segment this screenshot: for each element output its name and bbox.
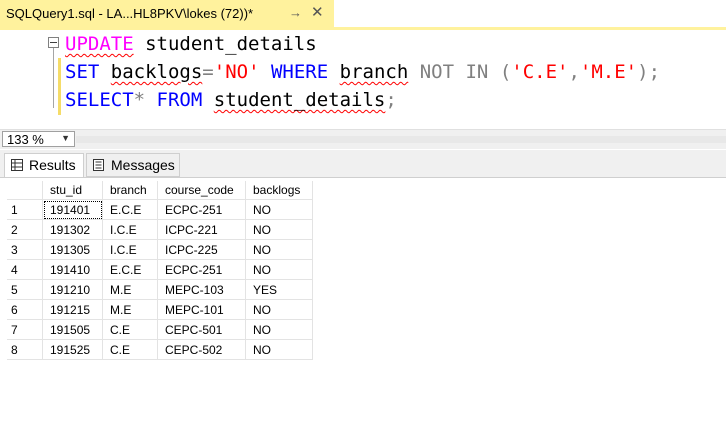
row-number[interactable]: 2 xyxy=(7,219,43,240)
keyword-select: SELECT xyxy=(65,89,134,111)
row-number[interactable]: 4 xyxy=(7,259,43,280)
grid-cell[interactable]: 191302 xyxy=(42,219,103,240)
grid-cell[interactable]: NO xyxy=(245,219,313,240)
table-row[interactable]: 6 191215 M.E MEPC-101 NO xyxy=(7,299,313,320)
grid-cell[interactable]: NO xyxy=(245,239,313,260)
row-number[interactable]: 7 xyxy=(7,319,43,340)
table-row[interactable]: 4 191410 E.C.E ECPC-251 NO xyxy=(7,259,313,280)
grid-cell[interactable]: M.E xyxy=(102,299,158,320)
keyword-set: SET xyxy=(65,61,100,83)
document-tab-strip: SQLQuery1.sql - LA...HL8PKV\lokes (72))*… xyxy=(0,0,726,30)
grid-cell[interactable]: C.E xyxy=(102,339,158,360)
grid-header-row: stu_id branch course_code backlogs xyxy=(7,181,313,200)
column-header[interactable]: backlogs xyxy=(245,181,313,200)
zoom-select[interactable]: 133 % ▼ xyxy=(2,131,75,147)
row-number[interactable]: 8 xyxy=(7,339,43,360)
string-literal: 'NO' xyxy=(213,61,260,83)
query-tab[interactable]: SQLQuery1.sql - LA...HL8PKV\lokes (72))*… xyxy=(0,0,334,27)
tab-messages-label: Messages xyxy=(111,157,175,173)
grid-cell[interactable]: NO xyxy=(245,319,313,340)
grid-cell[interactable]: 191410 xyxy=(42,259,103,280)
grid-cell[interactable]: 191505 xyxy=(42,319,103,340)
results-grid-area: stu_id branch course_code backlogs 1 191… xyxy=(0,178,726,431)
query-tab-title: SQLQuery1.sql - LA...HL8PKV\lokes (72))* xyxy=(6,6,254,21)
grid-cell[interactable]: CEPC-502 xyxy=(157,339,246,360)
column-header[interactable]: branch xyxy=(102,181,158,200)
grid-cell[interactable]: ICPC-225 xyxy=(157,239,246,260)
grid-corner[interactable] xyxy=(7,181,43,200)
outline-line xyxy=(53,48,54,108)
code-line-3[interactable]: SELECT* FROM student_details; xyxy=(65,88,397,112)
grid-cell[interactable]: 191215 xyxy=(42,299,103,320)
code-line-2[interactable]: SET backlogs='NO' WHERE branch NOT IN ('… xyxy=(65,60,660,84)
grid-cell[interactable]: 191401 xyxy=(42,199,103,220)
grid-cell[interactable]: 191525 xyxy=(42,339,103,360)
row-number[interactable]: 6 xyxy=(7,299,43,320)
column-header[interactable]: stu_id xyxy=(42,181,103,200)
close-icon[interactable]: ✕ xyxy=(311,3,324,21)
column-branch: branch xyxy=(339,61,409,83)
grid-cell[interactable]: MEPC-103 xyxy=(157,279,246,300)
tab-results-label: Results xyxy=(29,157,76,173)
keyword-not-in: NOT IN xyxy=(419,61,489,83)
code-line-1[interactable]: UPDATE student_details xyxy=(65,32,317,56)
grid-cell[interactable]: 191305 xyxy=(42,239,103,260)
change-indicator xyxy=(58,58,61,115)
table-row[interactable]: 2 191302 I.C.E ICPC-221 NO xyxy=(7,219,313,240)
table-row[interactable]: 7 191505 C.E CEPC-501 NO xyxy=(7,319,313,340)
chevron-down-icon[interactable]: ▼ xyxy=(61,133,70,143)
row-number[interactable]: 1 xyxy=(7,199,43,220)
table-row[interactable]: 8 191525 C.E CEPC-502 NO xyxy=(7,339,313,360)
table-row[interactable]: 5 191210 M.E MEPC-103 YES xyxy=(7,279,313,300)
grid-cell[interactable]: YES xyxy=(245,279,313,300)
table-row[interactable]: 3 191305 I.C.E ICPC-225 NO xyxy=(7,239,313,260)
grid-cell[interactable]: I.C.E xyxy=(102,219,158,240)
grid-cell[interactable]: I.C.E xyxy=(102,239,158,260)
grid-cell[interactable]: ICPC-221 xyxy=(157,219,246,240)
grid-cell[interactable]: NO xyxy=(245,199,313,220)
table-name: student_details xyxy=(133,33,317,55)
result-tabs: Results Messages xyxy=(0,150,726,178)
tab-results[interactable]: Results xyxy=(4,153,84,177)
collapse-icon[interactable] xyxy=(48,37,59,48)
table-row[interactable]: 1 191401 E.C.E ECPC-251 NO xyxy=(7,199,313,220)
grid-cell[interactable]: MEPC-101 xyxy=(157,299,246,320)
grid-cell[interactable]: E.C.E xyxy=(102,199,158,220)
column-header[interactable]: course_code xyxy=(157,181,246,200)
grid-cell[interactable]: NO xyxy=(245,339,313,360)
row-number[interactable]: 5 xyxy=(7,279,43,300)
keyword-where: WHERE xyxy=(270,61,329,83)
messages-icon xyxy=(93,159,104,171)
grid-icon xyxy=(11,159,23,171)
grid-cell[interactable]: E.C.E xyxy=(102,259,158,280)
column-backlogs: backlogs xyxy=(110,61,203,83)
table-name: student_details xyxy=(213,89,386,111)
keyword-from: FROM xyxy=(156,89,203,111)
grid-cell[interactable]: C.E xyxy=(102,319,158,340)
query-editor[interactable]: UPDATE student_details SET backlogs='NO'… xyxy=(0,30,726,127)
zoom-bar: 133 % ▼ xyxy=(0,129,726,149)
horizontal-scrollbar[interactable] xyxy=(76,136,726,143)
grid-cell[interactable]: ECPC-251 xyxy=(157,259,246,280)
results-grid: stu_id branch course_code backlogs 1 191… xyxy=(7,181,313,360)
grid-cell[interactable]: ECPC-251 xyxy=(157,199,246,220)
grid-cell[interactable]: NO xyxy=(245,259,313,280)
keyword-update: UPDATE xyxy=(65,33,134,55)
grid-cell[interactable]: CEPC-501 xyxy=(157,319,246,340)
pin-icon[interactable]: → xyxy=(289,5,302,20)
grid-cell[interactable]: M.E xyxy=(102,279,158,300)
zoom-value: 133 % xyxy=(7,132,44,147)
tab-messages[interactable]: Messages xyxy=(86,153,180,177)
grid-cell[interactable]: 191210 xyxy=(42,279,103,300)
grid-cell[interactable]: NO xyxy=(245,299,313,320)
row-number[interactable]: 3 xyxy=(7,239,43,260)
